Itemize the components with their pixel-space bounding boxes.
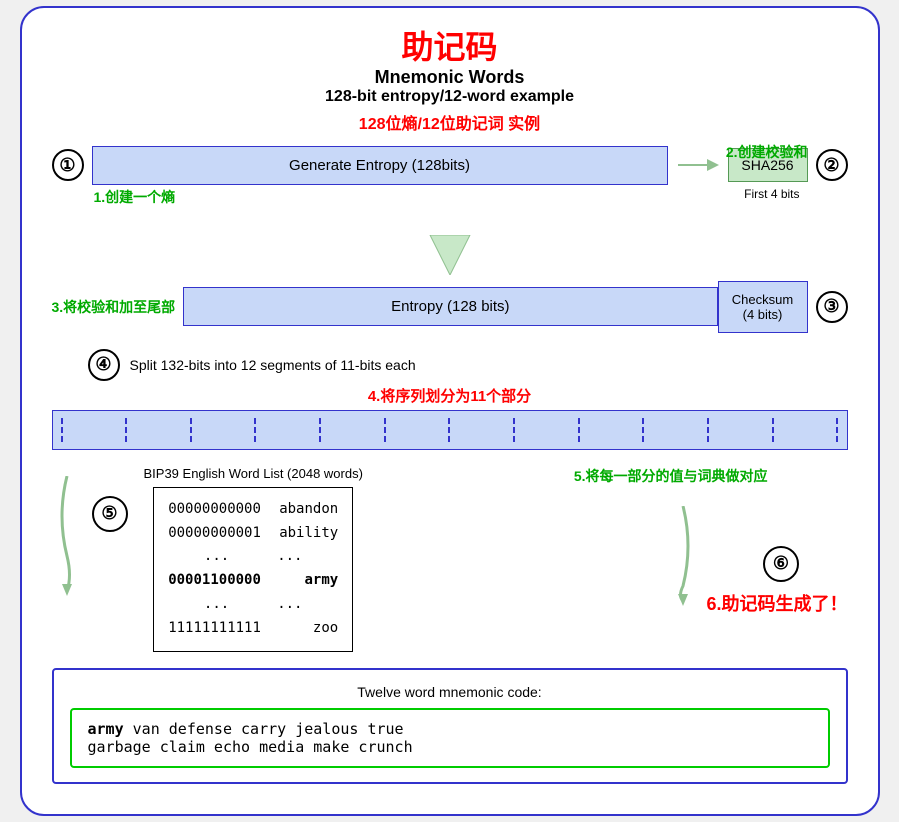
title-zh: 助记码: [52, 28, 848, 66]
step4-text: Split 132-bits into 12 segments of 11-bi…: [130, 357, 416, 373]
dots-1b: ...: [277, 545, 302, 569]
wordlist-row-dots1: ... ...: [168, 545, 338, 569]
dots-1: ...: [204, 545, 229, 569]
main-container: 助记码 Mnemonic Words 128-bit entropy/12-wo…: [20, 6, 880, 815]
step3-entropy-box: Entropy (128 bits): [183, 287, 717, 326]
mnemonic-words-box: army van defense carry jealous true garb…: [70, 708, 830, 768]
binary-zoo: 11111111111: [168, 617, 261, 641]
mnemonic-line1: army van defense carry jealous true: [88, 720, 812, 738]
step6-circle: ⑥: [763, 546, 799, 582]
mnemonic-line2: garbage claim echo media make crunch: [88, 738, 812, 756]
step5-label: 5.将每一部分的值与词典做对应: [574, 466, 768, 486]
word-1: ability: [279, 522, 338, 546]
step5-area: ⑤ BIP39 English Word List (2048 words) 0…: [52, 466, 848, 652]
step6-right-col: ⑥ 6.助记码生成了！: [706, 466, 847, 616]
mnemonic-title: Twelve word mnemonic code:: [70, 684, 830, 700]
wordlist-row-dots2: ... ...: [168, 593, 338, 617]
checksum-box: Checksum (4 bits): [718, 281, 808, 333]
step1-sublabel: 1.创建一个熵: [94, 187, 176, 207]
title-en2: 128-bit entropy/12-word example: [52, 88, 848, 106]
step1-entropy-box: Generate Entropy (128bits): [92, 146, 668, 185]
step1-sublabels: 1.创建一个熵 First 4 bits: [52, 187, 848, 207]
word-0: abandon: [279, 498, 338, 522]
step5-circle: ⑤: [92, 496, 128, 532]
dots-2b: ...: [277, 593, 302, 617]
wordlist-wrapper: BIP39 English Word List (2048 words) 000…: [144, 466, 363, 652]
arrow-down-1: [52, 235, 848, 275]
title-en1: Mnemonic Words: [52, 67, 848, 88]
step1-area: 2.创建校验和 ① Generate Entropy (128bits) SHA…: [52, 146, 848, 207]
dots-2: ...: [204, 593, 229, 617]
step5-right-arrow: [668, 466, 698, 606]
step4-label-zh: 4.将序列划分为11个部分: [52, 385, 848, 406]
step1-circle: ①: [52, 149, 84, 181]
step1-arrow: [668, 150, 728, 180]
word-zoo: zoo: [313, 617, 338, 641]
mnemonic-rest1: van defense carry jealous true: [124, 720, 404, 738]
step3-circle: ③: [816, 291, 848, 323]
mnemonic-area: Twelve word mnemonic code: army van defe…: [52, 668, 848, 784]
firstbits-label: First 4 bits: [744, 187, 799, 207]
wordlist-row-army: 00001100000 army: [168, 569, 338, 593]
binary-0: 00000000000: [168, 498, 261, 522]
step4-text-row: ④ Split 132-bits into 12 segments of 11-…: [88, 349, 848, 381]
wordlist-row-zoo: 11111111111 zoo: [168, 617, 338, 641]
binary-army: 00001100000: [168, 569, 261, 593]
bits-row: [52, 410, 848, 450]
wordlist-title: BIP39 English Word List (2048 words): [144, 466, 363, 481]
checksum-label: Checksum (4 bits): [732, 292, 793, 322]
step2-circle: ②: [816, 149, 848, 181]
wordlist-container: 00000000000 abandon 00000000001 ability …: [153, 487, 353, 652]
step4-circle: ④: [88, 349, 120, 381]
step3-row: 3.将校验和加至尾部 Entropy (128 bits) Checksum (…: [52, 281, 848, 333]
word-army: army: [304, 569, 338, 593]
binary-1: 00000000001: [168, 522, 261, 546]
step4-area: ④ Split 132-bits into 12 segments of 11-…: [52, 349, 848, 450]
step2-label: 2.创建校验和: [726, 142, 808, 162]
army-bold: army: [88, 720, 124, 738]
subtitle-zh: 128位熵/12位助记词 实例: [52, 110, 848, 134]
wordlist-row-0: 00000000000 abandon: [168, 498, 338, 522]
step5-left-arrow: [52, 466, 82, 596]
step6-label: 6.助记码生成了！: [706, 590, 847, 616]
step3-area: 3.将校验和加至尾部 Entropy (128 bits) Checksum (…: [52, 281, 848, 333]
step3-label: 3.将校验和加至尾部: [52, 297, 176, 317]
wordlist-row-1: 00000000001 ability: [168, 522, 338, 546]
